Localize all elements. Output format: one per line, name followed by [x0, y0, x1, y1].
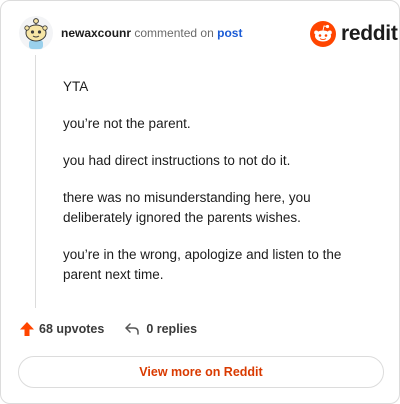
upvote-button[interactable]: 68 upvotes	[19, 321, 104, 337]
reddit-logo[interactable]: reddit	[310, 21, 398, 47]
snoo-avatar-icon	[19, 16, 53, 50]
replies-button[interactable]: 0 replies	[124, 322, 197, 336]
thread-line	[35, 55, 36, 308]
reddit-logo-icon	[310, 21, 336, 47]
comment-header: newaxcounr commented on post	[61, 25, 242, 41]
comment-paragraph: you had direct instructions to not do it…	[63, 153, 291, 168]
comment-paragraph: there was no misunderstanding here, you …	[63, 190, 311, 225]
username[interactable]: newaxcounr	[61, 26, 131, 40]
upvote-arrow-icon	[20, 322, 34, 336]
post-link[interactable]: post	[217, 26, 242, 40]
avatar[interactable]	[18, 15, 54, 51]
comment-action-text: commented on	[134, 26, 214, 40]
reply-count: 0 replies	[146, 322, 198, 336]
comment-body: YTA you’re not the parent. you had direc…	[63, 77, 381, 302]
comment-embed-card: newaxcounr commented on post reddit YTA …	[0, 0, 400, 404]
reddit-wordmark: reddit	[341, 22, 398, 45]
comment-paragraph: YTA	[63, 79, 89, 94]
comment-paragraph: you’re not the parent.	[63, 116, 191, 131]
view-more-button[interactable]: View more on Reddit	[18, 356, 384, 388]
upvote-count: 68 upvotes	[39, 322, 105, 336]
comment-actions: 68 upvotes 0 replies	[19, 321, 197, 337]
comment-paragraph: you’re in the wrong, apologize and liste…	[63, 247, 342, 282]
reply-arrow-icon	[125, 323, 140, 335]
